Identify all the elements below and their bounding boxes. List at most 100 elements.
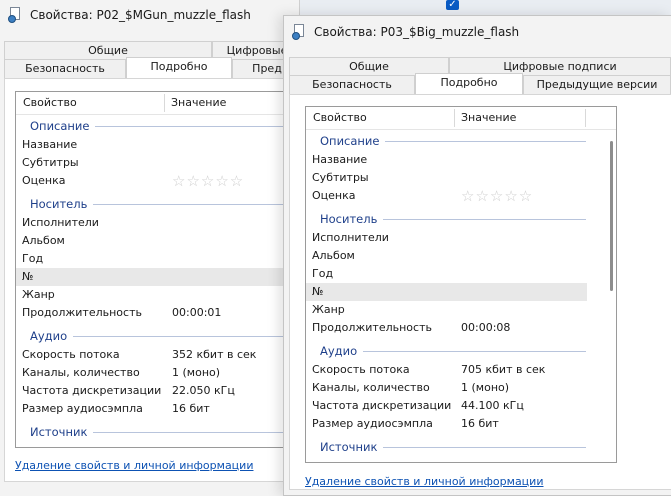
tab-row-bottom: Безопасность Подробно Пред [4,57,302,78]
property-value: 1 (моно) [461,381,510,394]
tab-security[interactable]: Безопасность [289,75,415,94]
property-list[interactable]: Свойство Значение Описание Название Субт… [15,91,300,448]
back-titlebar[interactable]: Свойства: P02_$MGun_muzzle_flash [0,0,299,30]
background-checkbox[interactable]: ✓ [446,0,459,10]
property-name: Жанр [22,288,55,301]
front-titlebar[interactable]: Свойства: P03_$Big_muzzle_flash [284,16,671,48]
property-name: Название [22,138,78,151]
list-item[interactable]: Альбом [16,232,300,250]
list-header: Свойство Значение [306,107,616,130]
rating-stars-icon[interactable]: ☆☆☆☆☆ [461,187,533,205]
group-title: Аудио [320,342,364,360]
tab-security[interactable]: Безопасность [4,59,126,78]
property-name: Продолжительность [312,321,432,334]
list-item-selected[interactable]: № [306,283,587,301]
file-properties-icon [8,7,22,23]
group-description: Описание [16,117,300,135]
list-item[interactable]: Альбом [306,247,587,265]
property-name: Оценка [22,174,66,187]
list-item[interactable]: Скорость потока 705 кбит в сек [306,361,587,379]
property-name: Размер аудиосэмпла [22,402,143,415]
list-item[interactable]: Жанр [16,286,300,304]
list-item[interactable]: Размер аудиосэмпла 16 бит [306,415,587,433]
group-title: Описание [320,132,386,150]
property-name: Год [312,267,334,280]
property-name: Жанр [312,303,345,316]
list-item[interactable]: Субтитры [16,154,300,172]
property-value: 22.050 кГц [172,384,235,397]
list-item[interactable]: Название [306,151,587,169]
group-title: Аудио [30,327,74,345]
property-name: Каналы, количество [312,381,430,394]
group-source: Источник [306,438,616,456]
remove-properties-link[interactable]: Удаление свойств и личной информации [15,459,253,472]
property-value: 00:00:08 [461,321,511,334]
group-description: Описание [306,132,616,150]
list-item[interactable]: Исполнители [16,214,300,232]
property-value: 352 кбит в сек [172,348,257,361]
tab-details[interactable]: Подробно [415,73,523,94]
property-name: Скорость потока [22,348,120,361]
rating-stars-icon[interactable]: ☆☆☆☆☆ [172,172,244,190]
list-item[interactable]: Каналы, количество 1 (моно) [16,364,300,382]
property-value: 1 (моно) [172,366,221,379]
property-value: 00:00:01 [172,306,222,319]
window-title: Свойства: P03_$Big_muzzle_flash [314,25,520,39]
group-title: Источник [30,423,94,441]
list-item[interactable]: Размер аудиосэмпла 16 бит [16,400,300,418]
group-media: Носитель [16,195,300,213]
property-name: Исполнители [312,231,389,244]
property-name: Субтитры [22,156,79,169]
list-item[interactable]: Продолжительность 00:00:08 [306,319,587,337]
group-title: Носитель [320,210,384,228]
list-item[interactable]: Оценка ☆☆☆☆☆ [306,187,587,205]
property-value: 16 бит [461,417,499,430]
list-header: Свойство Значение [16,92,300,115]
column-header-value[interactable]: Значение [461,110,516,126]
property-name: Каналы, количество [22,366,140,379]
tab-previous-versions[interactable]: Предыдущие версии [523,75,671,94]
column-header-value[interactable]: Значение [171,95,226,111]
group-title: Носитель [30,195,94,213]
list-item[interactable]: Название [16,136,300,154]
back-properties-window: Свойства: P02_$MGun_muzzle_flash Общие Ц… [0,0,302,496]
group-title: Источник [320,438,384,456]
tab-row-bottom: Безопасность Подробно Предыдущие версии [289,73,671,94]
remove-properties-link[interactable]: Удаление свойств и личной информации [305,475,543,488]
list-item[interactable]: Оценка ☆☆☆☆☆ [16,172,300,190]
column-header-property[interactable]: Свойство [23,95,77,111]
column-header-property[interactable]: Свойство [313,110,367,126]
property-name: Название [312,153,368,166]
property-name: Оценка [312,189,356,202]
list-item[interactable]: Скорость потока 352 кбит в сек [16,346,300,364]
vertical-scrollbar-thumb[interactable] [610,141,613,291]
list-item[interactable]: Год [16,250,300,268]
property-name: Год [22,252,44,265]
property-value: 705 кбит в сек [461,363,546,376]
list-item-selected[interactable]: № [16,268,300,286]
property-value: 16 бит [172,402,210,415]
column-separator[interactable] [585,109,586,127]
property-name: № [312,285,324,298]
list-item[interactable]: Год [306,265,587,283]
group-source: Источник [16,423,300,441]
column-separator[interactable] [164,94,165,112]
property-name: Исполнители [22,216,99,229]
group-audio: Аудио [306,342,616,360]
list-item[interactable]: Частота дискретизации 44.100 кГц [306,397,587,415]
column-separator[interactable] [454,109,455,127]
list-item[interactable]: Исполнители [306,229,587,247]
list-item[interactable]: Продолжительность 00:00:01 [16,304,300,322]
window-title: Свойства: P02_$MGun_muzzle_flash [30,8,251,22]
list-item[interactable]: Жанр [306,301,587,319]
property-name: Скорость потока [312,363,410,376]
list-item[interactable]: Каналы, количество 1 (моно) [306,379,587,397]
tab-details[interactable]: Подробно [126,57,232,78]
group-media: Носитель [306,210,616,228]
property-name: № [22,270,34,283]
property-list[interactable]: Свойство Значение Описание Название Субт… [305,106,617,463]
property-name: Субтитры [312,171,369,184]
list-item[interactable]: Частота дискретизации 22.050 кГц [16,382,300,400]
front-properties-window: Свойства: P03_$Big_muzzle_flash Общие Ци… [283,15,671,496]
list-item[interactable]: Субтитры [306,169,587,187]
